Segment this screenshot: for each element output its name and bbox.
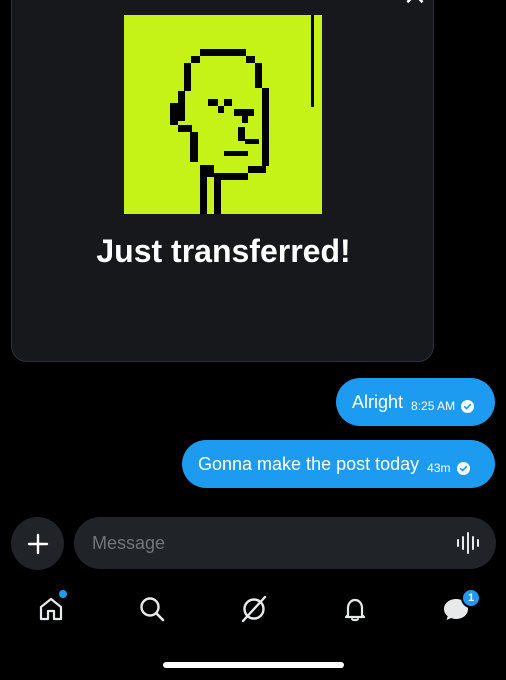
plus-icon xyxy=(27,533,48,554)
home-icon xyxy=(39,597,63,621)
message-time: 43m xyxy=(427,461,451,475)
nav-messages[interactable]: 1 xyxy=(431,584,481,634)
message-bubble[interactable]: Gonna make the post today 43m xyxy=(182,440,495,488)
new-activity-dot xyxy=(59,590,67,598)
nav-home[interactable] xyxy=(26,584,76,634)
grok-icon xyxy=(241,595,267,623)
search-icon xyxy=(140,597,165,622)
message-meta: 43m xyxy=(427,461,470,475)
pixel-punk-portrait-icon xyxy=(124,15,322,214)
voice-waveform-icon xyxy=(457,532,479,554)
message-input[interactable] xyxy=(74,517,496,569)
message-meta: 8:25 AM xyxy=(411,399,475,413)
message-bubble[interactable]: Alright 8:25 AM xyxy=(336,378,495,426)
home-indicator[interactable] xyxy=(163,662,344,668)
nav-notifications[interactable] xyxy=(330,584,380,634)
sent-check-icon xyxy=(456,461,470,475)
close-icon[interactable]: × xyxy=(390,0,433,10)
shared-post-card[interactable]: × xyxy=(11,0,434,362)
bottom-nav: 1 xyxy=(0,584,506,634)
sent-check-icon xyxy=(461,399,475,413)
punk-image[interactable] xyxy=(124,15,322,214)
nav-grok[interactable] xyxy=(229,584,279,634)
message-time: 8:25 AM xyxy=(411,399,456,413)
message-text: Alright xyxy=(352,391,404,412)
message-composer xyxy=(0,514,506,572)
voice-message-button[interactable] xyxy=(452,528,486,558)
shared-post-caption: Just transferred! xyxy=(96,233,351,269)
nav-search[interactable] xyxy=(127,584,177,634)
bell-icon xyxy=(344,598,366,622)
message-text: Gonna make the post today xyxy=(198,453,420,474)
add-attachment-button[interactable] xyxy=(11,517,64,570)
unread-count-badge: 1 xyxy=(461,588,481,608)
